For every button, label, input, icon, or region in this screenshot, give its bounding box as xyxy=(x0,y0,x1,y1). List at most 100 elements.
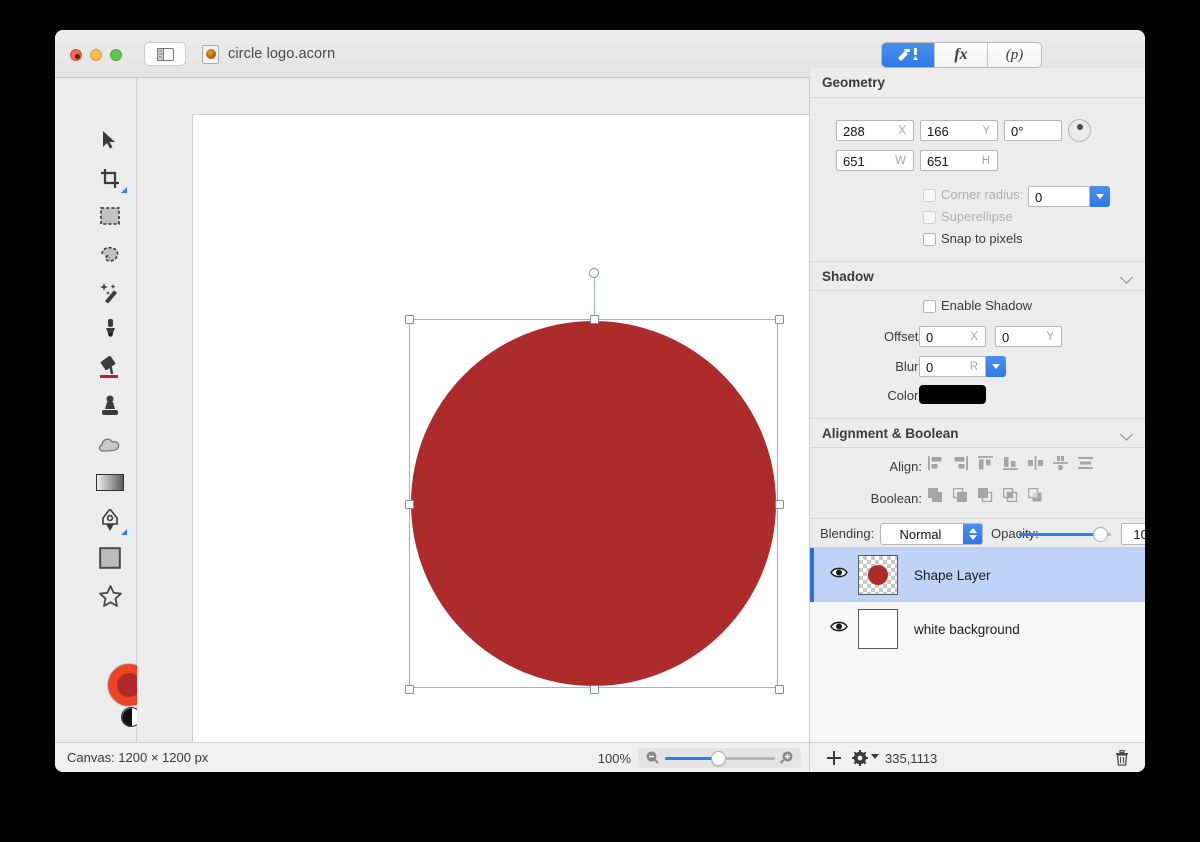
layer-row-shape-layer[interactable]: Shape Layer xyxy=(810,548,1145,602)
star-tool[interactable] xyxy=(91,579,129,613)
tab-tools[interactable] xyxy=(882,43,935,67)
shadow-offset-y-value: 0 xyxy=(1002,330,1009,345)
handle-top-right[interactable] xyxy=(775,315,784,324)
section-shadow-header[interactable]: Shadow xyxy=(810,261,1145,291)
tab-filters[interactable]: fx xyxy=(935,43,988,67)
align-left-icon[interactable] xyxy=(928,456,943,475)
align-button-group[interactable] xyxy=(928,456,1093,475)
shadow-offset-x-value: 0 xyxy=(926,330,933,345)
tool-variant-indicator xyxy=(121,187,127,193)
corner-radius-value: 0 xyxy=(1035,190,1042,205)
blur-tool[interactable] xyxy=(91,427,129,461)
corner-radius-field[interactable]: 0 xyxy=(1028,186,1090,207)
enable-shadow-checkbox[interactable] xyxy=(923,300,936,313)
plus-add-layer-icon[interactable] xyxy=(826,750,842,771)
chevron-down-icon[interactable] xyxy=(1120,271,1133,284)
opacity-slider-track[interactable] xyxy=(1019,533,1111,536)
clone-stamp-tool[interactable] xyxy=(91,389,129,423)
crop-tool[interactable] xyxy=(91,161,129,195)
handle-bottom-left[interactable] xyxy=(405,685,414,694)
distribute-icon[interactable] xyxy=(1078,456,1093,475)
rect-select-tool[interactable] xyxy=(91,199,129,233)
layers-list[interactable]: Shape Layer white background xyxy=(810,548,1145,742)
geometry-y-field[interactable]: 166 Y xyxy=(920,120,998,141)
opacity-slider-knob[interactable] xyxy=(1093,527,1108,542)
lasso-icon xyxy=(99,245,121,264)
handle-top-center[interactable] xyxy=(590,315,599,324)
trash-delete-layer-icon[interactable] xyxy=(1115,750,1129,771)
geometry-h-field[interactable]: 651 H xyxy=(920,150,998,171)
boolean-union-icon[interactable] xyxy=(928,488,943,507)
shadow-offset-x-field[interactable]: 0 X xyxy=(919,326,986,347)
align-center-horizontal-icon[interactable] xyxy=(1028,456,1043,475)
section-shadow-title: Shadow xyxy=(822,269,874,284)
boolean-intersect-icon[interactable] xyxy=(978,488,993,507)
bezier-pen-tool[interactable] xyxy=(91,503,129,537)
shadow-blur-stepper[interactable] xyxy=(986,356,1006,377)
geometry-rotation-field[interactable]: 0° xyxy=(1004,120,1062,141)
maximize-button[interactable] xyxy=(110,49,122,61)
shadow-color-label: Color: xyxy=(854,388,922,403)
canvas-area[interactable] xyxy=(137,78,809,742)
magic-wand-tool[interactable] xyxy=(91,275,129,309)
lasso-tool[interactable] xyxy=(91,237,129,271)
zoom-out-icon[interactable] xyxy=(645,750,660,770)
section-geometry-header[interactable]: Geometry xyxy=(810,68,1145,98)
close-button[interactable] xyxy=(70,49,82,61)
snap-to-pixels-checkbox[interactable] xyxy=(923,233,936,246)
rotation-handle[interactable] xyxy=(589,268,599,278)
handle-middle-left[interactable] xyxy=(405,500,414,509)
section-alignment-header[interactable]: Alignment & Boolean xyxy=(810,418,1145,448)
zoom-in-icon[interactable] xyxy=(779,750,794,770)
chevron-updown-icon[interactable] xyxy=(963,524,982,544)
handle-middle-right[interactable] xyxy=(775,500,784,509)
opacity-value-field[interactable]: 100% xyxy=(1121,523,1145,545)
handle-top-left[interactable] xyxy=(405,315,414,324)
zoom-slider-control[interactable] xyxy=(638,748,801,768)
shadow-color-swatch[interactable] xyxy=(919,385,986,404)
layer-visibility-icon[interactable] xyxy=(830,620,848,638)
chevron-down-icon[interactable] xyxy=(1120,428,1133,441)
paint-bucket-tool[interactable] xyxy=(91,351,129,385)
tab-palettes[interactable]: (p) xyxy=(988,43,1041,67)
chevron-down-icon[interactable] xyxy=(871,754,879,759)
boolean-button-group[interactable] xyxy=(928,488,1043,507)
geometry-w-field[interactable]: 651 W xyxy=(836,150,914,171)
geometry-x-field[interactable]: 288 X xyxy=(836,120,914,141)
boolean-exclude-icon[interactable] xyxy=(1003,488,1018,507)
brush-tool[interactable] xyxy=(91,313,129,347)
align-center-vertical-icon[interactable] xyxy=(1053,456,1068,475)
align-top-icon[interactable] xyxy=(978,456,993,475)
corner-radius-stepper[interactable] xyxy=(1090,186,1110,207)
superellipse-checkbox[interactable] xyxy=(923,211,936,224)
layer-name-label: white background xyxy=(914,622,1020,637)
gear-settings-icon[interactable] xyxy=(852,750,869,771)
handle-bottom-right[interactable] xyxy=(775,685,784,694)
layers-footer: 335,1113 xyxy=(810,742,1145,772)
acorn-document-icon xyxy=(202,45,219,64)
rectangle-tool[interactable] xyxy=(91,541,129,575)
superellipse-label: Superellipse xyxy=(941,209,1013,224)
handle-bottom-center[interactable] xyxy=(590,685,599,694)
move-tool[interactable] xyxy=(91,123,129,157)
document-canvas[interactable] xyxy=(192,114,864,767)
layer-visibility-icon[interactable] xyxy=(830,566,848,584)
blending-mode-select[interactable]: Normal xyxy=(880,523,983,545)
zoom-percentage-label: 100% xyxy=(598,751,631,766)
gradient-tool[interactable] xyxy=(91,465,129,499)
sidebar-glyph xyxy=(157,48,174,61)
zoom-slider-knob[interactable] xyxy=(711,751,726,766)
boolean-subtract-icon[interactable] xyxy=(953,488,968,507)
document-title: circle logo.acorn xyxy=(228,46,335,62)
corner-radius-checkbox[interactable] xyxy=(923,189,936,202)
boolean-divide-icon[interactable] xyxy=(1028,488,1043,507)
shadow-offset-y-field[interactable]: 0 Y xyxy=(995,326,1062,347)
align-right-icon[interactable] xyxy=(953,456,968,475)
layer-row-white-background[interactable]: white background xyxy=(810,602,1145,656)
rotation-dial-icon[interactable] xyxy=(1068,119,1091,142)
align-bottom-icon[interactable] xyxy=(1003,456,1018,475)
sidebar-toggle-icon[interactable] xyxy=(144,42,186,66)
shadow-blur-field[interactable]: 0 R xyxy=(919,356,986,377)
inspector-mode-segmented-control[interactable]: fx (p) xyxy=(881,42,1042,68)
minimize-button[interactable] xyxy=(90,49,102,61)
